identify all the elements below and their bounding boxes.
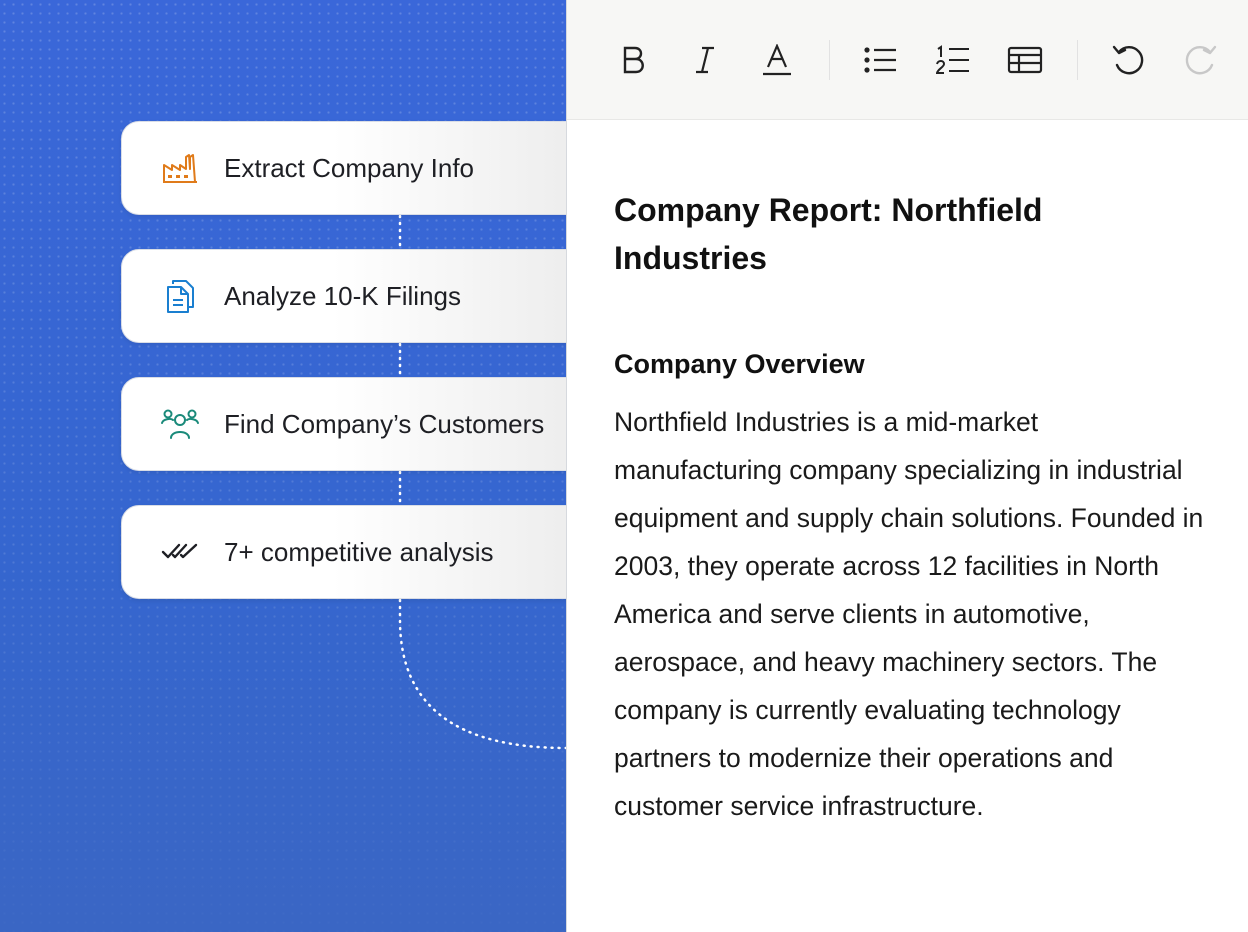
numbered-list-icon bbox=[936, 45, 969, 74]
document-body[interactable]: Company Report: Northfield Industries Co… bbox=[614, 186, 1204, 830]
double-check-icon bbox=[160, 532, 200, 572]
toolbar-divider bbox=[1077, 40, 1078, 80]
bold-icon bbox=[623, 46, 644, 74]
italic-icon bbox=[696, 46, 714, 74]
step-label: Extract Company Info bbox=[224, 152, 474, 183]
section-paragraph: Northfield Industries is a mid-market ma… bbox=[614, 407, 1204, 821]
document-editor: Company Report: Northfield Industries Co… bbox=[566, 0, 1248, 932]
documents-icon bbox=[160, 276, 200, 316]
redo-icon bbox=[1185, 45, 1217, 75]
undo-button[interactable] bbox=[1108, 40, 1148, 80]
italic-button[interactable] bbox=[685, 40, 725, 80]
numbered-list-button[interactable] bbox=[933, 40, 973, 80]
bullet-list-button[interactable] bbox=[861, 40, 901, 80]
people-icon bbox=[160, 404, 200, 444]
bold-button[interactable] bbox=[613, 40, 653, 80]
table-icon bbox=[1007, 46, 1043, 74]
step-card-competitive-analysis[interactable]: 7+ competitive analysis bbox=[121, 505, 591, 599]
step-card-extract-company-info[interactable]: Extract Company Info bbox=[121, 121, 591, 215]
undo-icon bbox=[1112, 45, 1144, 75]
step-label: Analyze 10-K Filings bbox=[224, 280, 461, 311]
factory-icon bbox=[160, 148, 200, 188]
formatting-toolbar bbox=[567, 0, 1248, 120]
redo-button[interactable] bbox=[1181, 40, 1221, 80]
step-card-analyze-10k-filings[interactable]: Analyze 10-K Filings bbox=[121, 249, 591, 343]
table-button[interactable] bbox=[1005, 40, 1045, 80]
step-label: 7+ competitive analysis bbox=[224, 536, 494, 567]
text-color-button[interactable] bbox=[757, 40, 797, 80]
bullet-list-icon bbox=[864, 47, 896, 73]
step-label: Find Company’s Customers bbox=[224, 408, 545, 439]
toolbar-divider bbox=[829, 40, 830, 80]
step-card-find-customers[interactable]: Find Company’s Customers bbox=[121, 377, 591, 471]
text-color-icon bbox=[763, 44, 791, 76]
document-title: Company Report: Northfield Industries bbox=[614, 192, 1043, 276]
section-heading: Company Overview bbox=[614, 349, 865, 379]
